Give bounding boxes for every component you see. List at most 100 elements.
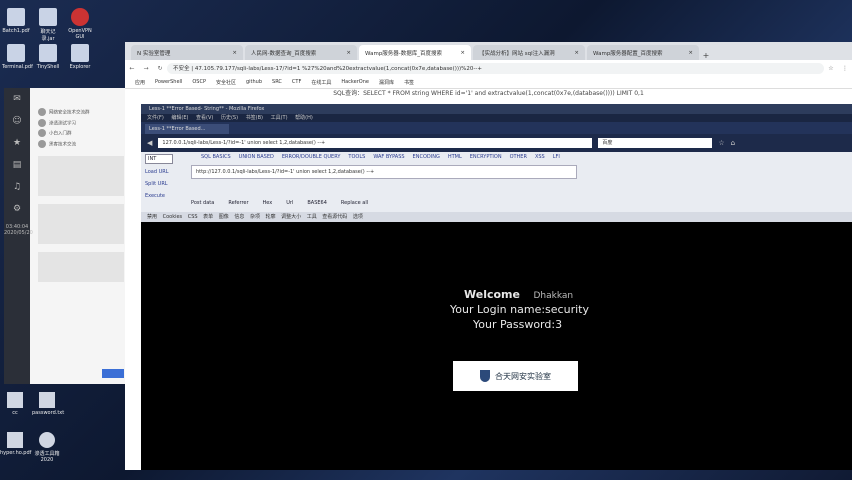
hackbar-menu-item[interactable]: TOOLS (348, 154, 365, 160)
firefox-tab[interactable]: Less-1 **Error Based... (145, 124, 229, 134)
login-name-text: Your Login name:security (450, 303, 589, 316)
chat-item[interactable]: 网络安全技术交流群 (38, 108, 124, 117)
bookmark-item[interactable]: PowerShell (155, 79, 182, 85)
menu-item[interactable]: 书签(B) (246, 115, 263, 121)
hackbar-menu-item[interactable]: OTHER (510, 154, 527, 160)
hackbar-side-actions: Load URL Split URL Execute (145, 166, 169, 202)
hackbar-menu-item[interactable]: LFI (553, 154, 560, 160)
menu-item[interactable]: 工具(T) (271, 115, 288, 121)
bookmarks-bar: 应用 PowerShell OSCP 安全社区 github SRC CTF 在… (125, 76, 852, 89)
bookmark-item[interactable]: SRC (272, 79, 282, 85)
star-icon[interactable]: ★ (4, 132, 30, 154)
vpn-icon (71, 8, 89, 26)
home-icon[interactable]: ⌂ (731, 139, 735, 147)
chat-message-block (38, 204, 124, 244)
base64-button[interactable]: BASE64 (307, 200, 327, 206)
forward-icon[interactable]: → (139, 65, 153, 72)
hackbar-menu-item[interactable]: ERROR/DOUBLE QUERY (282, 154, 341, 160)
hackbar-panel: INT SQL BASICS UNION BASED ERROR/DOUBLE … (141, 152, 852, 212)
desktop-icon[interactable]: TinyShell (34, 44, 62, 70)
bookmark-item[interactable]: CTF (292, 79, 301, 85)
close-icon[interactable]: × (688, 50, 693, 56)
bookmark-item[interactable]: 应用 (135, 79, 145, 86)
hackbar-menu-item[interactable]: XSS (535, 154, 545, 160)
star-icon[interactable]: ☆ (718, 139, 724, 147)
hackbar-menu-item[interactable]: ENCRYPTION (470, 154, 502, 160)
star-icon[interactable]: ☆ (824, 65, 838, 72)
contacts-icon[interactable]: ☺ (4, 110, 30, 132)
file-icon (7, 432, 23, 448)
desktop-icon[interactable]: 渗透工具箱 2020 (32, 432, 62, 463)
firefox-tab-strip: Less-1 **Error Based... (141, 122, 852, 134)
desktop-icon[interactable]: Explorer (66, 44, 94, 70)
bookmark-item[interactable]: 在线工具 (311, 79, 331, 86)
close-icon[interactable]: × (232, 50, 237, 56)
desktop-icon[interactable]: Terminal.pdf (2, 44, 33, 70)
hackbar-menu-item[interactable]: UNION BASED (239, 154, 274, 160)
bookmark-item[interactable]: OSCP (192, 79, 206, 85)
firefox-search-input[interactable]: 百度 (598, 138, 713, 148)
file-icon[interactable]: ▤ (4, 154, 30, 176)
url-input[interactable]: 不安全 | 47.105.79.177/sqli-labs/Less-17/?i… (167, 62, 824, 74)
hackbar-menu-item[interactable]: ENCODING (413, 154, 440, 160)
chat-item[interactable]: 小白入门群 (38, 129, 124, 138)
bookmark-item[interactable]: 漏洞库 (379, 79, 394, 86)
referrer-checkbox[interactable]: Referrer (228, 200, 248, 206)
browser-tab[interactable]: N 实验室管理 × (131, 45, 243, 60)
hackbar-menu-item[interactable]: SQL BASICS (201, 154, 231, 160)
close-icon[interactable]: × (346, 50, 351, 56)
hackbar-menu: SQL BASICS UNION BASED ERROR/DOUBLE QUER… (201, 154, 560, 160)
send-button[interactable] (102, 369, 124, 378)
close-icon[interactable]: × (574, 50, 579, 56)
hackbar-menu-item[interactable]: HTML (448, 154, 462, 160)
password-text: Your Password:3 (473, 318, 563, 331)
back-icon[interactable]: ← (125, 65, 139, 72)
bookmark-item[interactable]: 书签 (404, 79, 414, 86)
browser-tab-active[interactable]: Wamp服务器-数据库_百度搜索 × (359, 45, 471, 60)
split-url-button[interactable]: Split URL (145, 178, 169, 190)
hackbar-menu-item[interactable]: WAF BYPASS (373, 154, 404, 160)
hackbar-type-select[interactable]: INT (145, 154, 173, 164)
new-tab-icon[interactable]: + (701, 51, 711, 60)
bookmark-item[interactable]: github (246, 79, 262, 85)
menu-item[interactable]: 编辑(E) (171, 115, 188, 121)
load-url-button[interactable]: Load URL (145, 166, 169, 178)
desktop-icon[interactable]: 聊天记录.jar (34, 8, 62, 42)
desktop-icon[interactable]: hyper.ho.pdf (0, 432, 31, 456)
web-developer-toolbar[interactable]: 禁用 Cookies CSS 表单 图像 信息 杂项 轮廓 调整大小 工具 查看… (141, 212, 852, 222)
desktop-icon[interactable]: cc (0, 392, 30, 416)
menu-item[interactable]: 文件(F) (147, 115, 164, 121)
chat-item[interactable]: 黑客技术交流 (38, 139, 124, 149)
menu-item[interactable]: 帮助(H) (295, 115, 313, 121)
message-icon[interactable]: ✉ (4, 88, 30, 110)
bookmark-item[interactable]: 安全社区 (216, 79, 236, 86)
chat-message-block (38, 252, 124, 282)
clock-date: 2020/05/20 (4, 230, 33, 236)
browser-tab[interactable]: 人民网-数据查询_百度搜索 × (245, 45, 357, 60)
post-data-checkbox[interactable]: Post data (191, 200, 214, 206)
chat-item[interactable]: 渗透测试学习 (38, 118, 124, 128)
file-icon (7, 392, 23, 408)
desktop-icon[interactable]: Batch1.pdf (2, 8, 30, 34)
browser-tab[interactable]: Wamp服务器配置_百度搜索 × (587, 45, 699, 60)
desktop-icon[interactable]: password.txt (32, 392, 64, 416)
close-icon[interactable]: × (460, 50, 465, 56)
desktop-icon[interactable]: OpenVPN GUI (66, 8, 94, 40)
music-icon[interactable]: ♫ (4, 176, 30, 198)
reload-icon[interactable]: ↻ (153, 65, 167, 72)
execute-button[interactable]: Execute (145, 190, 169, 202)
hackbar-url-input[interactable]: http://127.0.0.1/sqli-labs/Less-1/?id=-1… (191, 165, 577, 179)
firefox-url-input[interactable]: 127.0.0.1/sqli-labs/Less-1/?id=-1' union… (158, 138, 593, 148)
menu-item[interactable]: 查看(V) (196, 115, 213, 121)
url-button[interactable]: Url (286, 200, 293, 206)
menu-item[interactable]: 历史(S) (221, 115, 238, 121)
menu-icon[interactable]: ⋮ (838, 65, 852, 72)
address-bar: ← → ↻ 不安全 | 47.105.79.177/sqli-labs/Less… (125, 60, 852, 76)
hex-button[interactable]: Hex (263, 200, 273, 206)
replace-all-checkbox[interactable]: Replace all (341, 200, 368, 206)
hackbar-options: Post data Referrer Hex Url BASE64 Replac… (191, 200, 368, 206)
browser-tab[interactable]: 【实战分析】网站 sql注入漏洞 × (473, 45, 585, 60)
back-icon[interactable]: ◀ (147, 139, 152, 147)
settings-icon[interactable]: ⚙ (4, 198, 30, 220)
bookmark-item[interactable]: HackerOne (341, 79, 369, 85)
